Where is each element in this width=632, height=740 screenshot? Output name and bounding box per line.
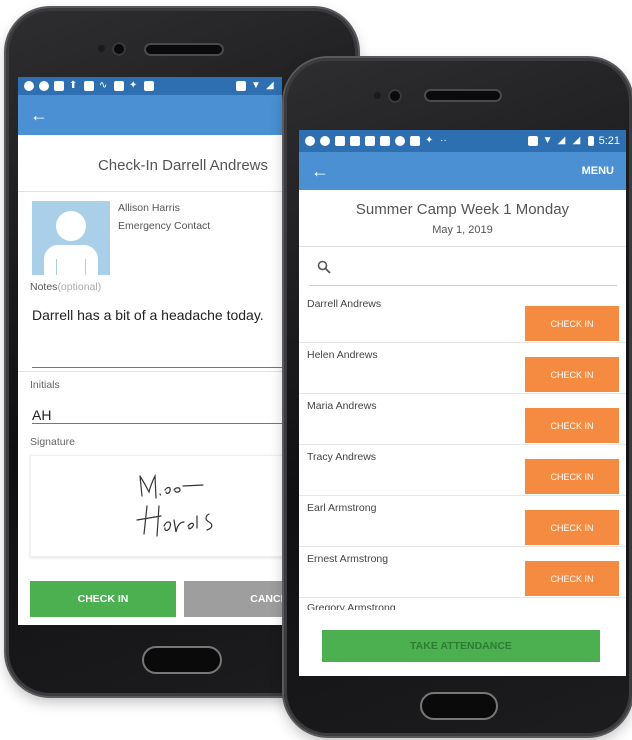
image-icon — [84, 81, 94, 91]
signature-drawing — [136, 473, 213, 537]
proximity-sensor — [374, 92, 381, 99]
notes-field[interactable]: Darrell has a bit of a headache today. — [32, 307, 264, 323]
app-bar: ← MENU — [299, 152, 626, 190]
check-in-button[interactable]: CHECK IN — [30, 581, 176, 617]
check-in-button[interactable]: CHECK IN — [525, 561, 619, 596]
list-item: Darrell Andrews CHECK IN — [299, 292, 626, 343]
home-button[interactable] — [420, 692, 498, 720]
check-in-button[interactable]: CHECK IN — [525, 459, 619, 494]
list-item: Maria Andrews CHECK IN — [299, 394, 626, 445]
page-title: Summer Camp Week 1 Monday — [355, 201, 570, 218]
list-item: Tracy Andrews CHECK IN — [299, 445, 626, 496]
student-name: Maria Andrews — [307, 400, 377, 412]
notes-label: Notes(optional) — [30, 281, 101, 293]
check-in-button[interactable]: CHECK IN — [525, 510, 619, 545]
pulse-icon: ∿ — [99, 80, 108, 91]
contact-name: Allison Harris — [118, 202, 180, 214]
attendance-screen: ✦ ·· ▼ ◢ ◢ 5:21 ← MENU Summer Camp Week … — [299, 130, 626, 676]
checkin-screen: ⬆ ∿ ✦ ▼ ◢ ← Check-In Darrell Andrews All… — [18, 77, 282, 625]
menu-button[interactable]: MENU — [582, 165, 614, 177]
initials-label: Initials — [30, 379, 60, 391]
signature-pad[interactable] — [30, 455, 282, 557]
search-underline — [309, 285, 617, 286]
news-icon — [114, 81, 124, 91]
signal-icon: ◢ — [557, 135, 566, 146]
translate-icon — [410, 136, 420, 146]
front-camera — [388, 89, 402, 103]
student-name: Tracy Andrews — [307, 451, 377, 463]
initials-underline — [32, 423, 282, 424]
notes-label-text: Notes — [30, 281, 58, 293]
home-button[interactable] — [142, 646, 222, 674]
messenger-icon — [320, 136, 330, 146]
student-name: Gregory Armstrong — [307, 602, 396, 610]
app-icon — [335, 136, 345, 146]
list-item: Gregory Armstrong — [299, 598, 626, 610]
more-icon: ·· — [440, 135, 447, 146]
upload-icon: ⬆ — [69, 80, 78, 91]
message-icon — [24, 81, 34, 91]
earpiece-speaker — [144, 43, 224, 56]
notes-underline — [32, 367, 282, 368]
vibrate-icon — [527, 136, 538, 146]
twitter-icon: ✦ — [425, 135, 434, 146]
search-icon[interactable] — [317, 260, 331, 279]
app-bar: ← — [18, 95, 282, 135]
take-attendance-button[interactable]: TAKE ATTENDANCE — [322, 630, 600, 662]
messenger-icon — [39, 81, 49, 91]
twitter-icon: ✦ — [129, 80, 138, 91]
contact-role: Emergency Contact — [118, 220, 211, 232]
signal-icon: ◢ — [266, 80, 274, 91]
list-item: Earl Armstrong CHECK IN — [299, 496, 626, 547]
list-item: Ernest Armstrong CHECK IN — [299, 547, 626, 598]
student-name: Darrell Andrews — [307, 298, 382, 310]
vibrate-icon — [236, 81, 246, 91]
check-in-button[interactable]: CHECK IN — [525, 408, 619, 443]
wifi-icon: ▼ — [542, 135, 553, 146]
message-icon — [305, 136, 315, 146]
list-item: Helen Andrews CHECK IN — [299, 343, 626, 394]
gallery-icon — [380, 136, 390, 146]
battery-icon — [587, 136, 594, 146]
instagram-icon — [365, 136, 375, 146]
student-name: Earl Armstrong — [307, 502, 377, 514]
cancel-button[interactable]: CANCEL — [184, 581, 282, 617]
divider — [18, 371, 282, 372]
check-in-button[interactable]: CHECK IN — [525, 306, 619, 341]
car-icon — [144, 81, 154, 91]
student-list: Darrell Andrews CHECK IN Helen Andrews C… — [299, 292, 626, 610]
wifi-icon: ▼ — [251, 80, 261, 91]
status-bar: ✦ ·· ▼ ◢ ◢ 5:21 — [299, 130, 626, 152]
student-name: Helen Andrews — [307, 349, 378, 361]
notes-optional-text: (optional) — [57, 281, 102, 293]
person-silhouette-icon — [32, 201, 110, 275]
chrome-icon — [395, 136, 405, 146]
initials-field[interactable]: AH — [32, 407, 51, 423]
divider — [18, 191, 282, 192]
app-icon — [54, 81, 64, 91]
earpiece-speaker — [424, 89, 502, 102]
student-name: Ernest Armstrong — [307, 553, 389, 565]
signature-label: Signature — [30, 436, 75, 448]
front-camera — [112, 42, 126, 56]
status-bar: ⬆ ∿ ✦ ▼ ◢ — [18, 77, 282, 95]
clock-time: 5:21 — [598, 135, 620, 147]
check-in-button[interactable]: CHECK IN — [525, 357, 619, 392]
signal-icon: ◢ — [572, 135, 581, 146]
divider — [299, 246, 626, 247]
instagram-icon — [350, 136, 360, 146]
page-title: Check-In Darrell Andrews — [97, 157, 268, 174]
arrow-left-icon[interactable]: ← — [311, 161, 329, 182]
page-date: May 1, 2019 — [432, 224, 493, 236]
proximity-sensor — [98, 45, 105, 52]
arrow-left-icon[interactable]: ← — [30, 105, 48, 126]
